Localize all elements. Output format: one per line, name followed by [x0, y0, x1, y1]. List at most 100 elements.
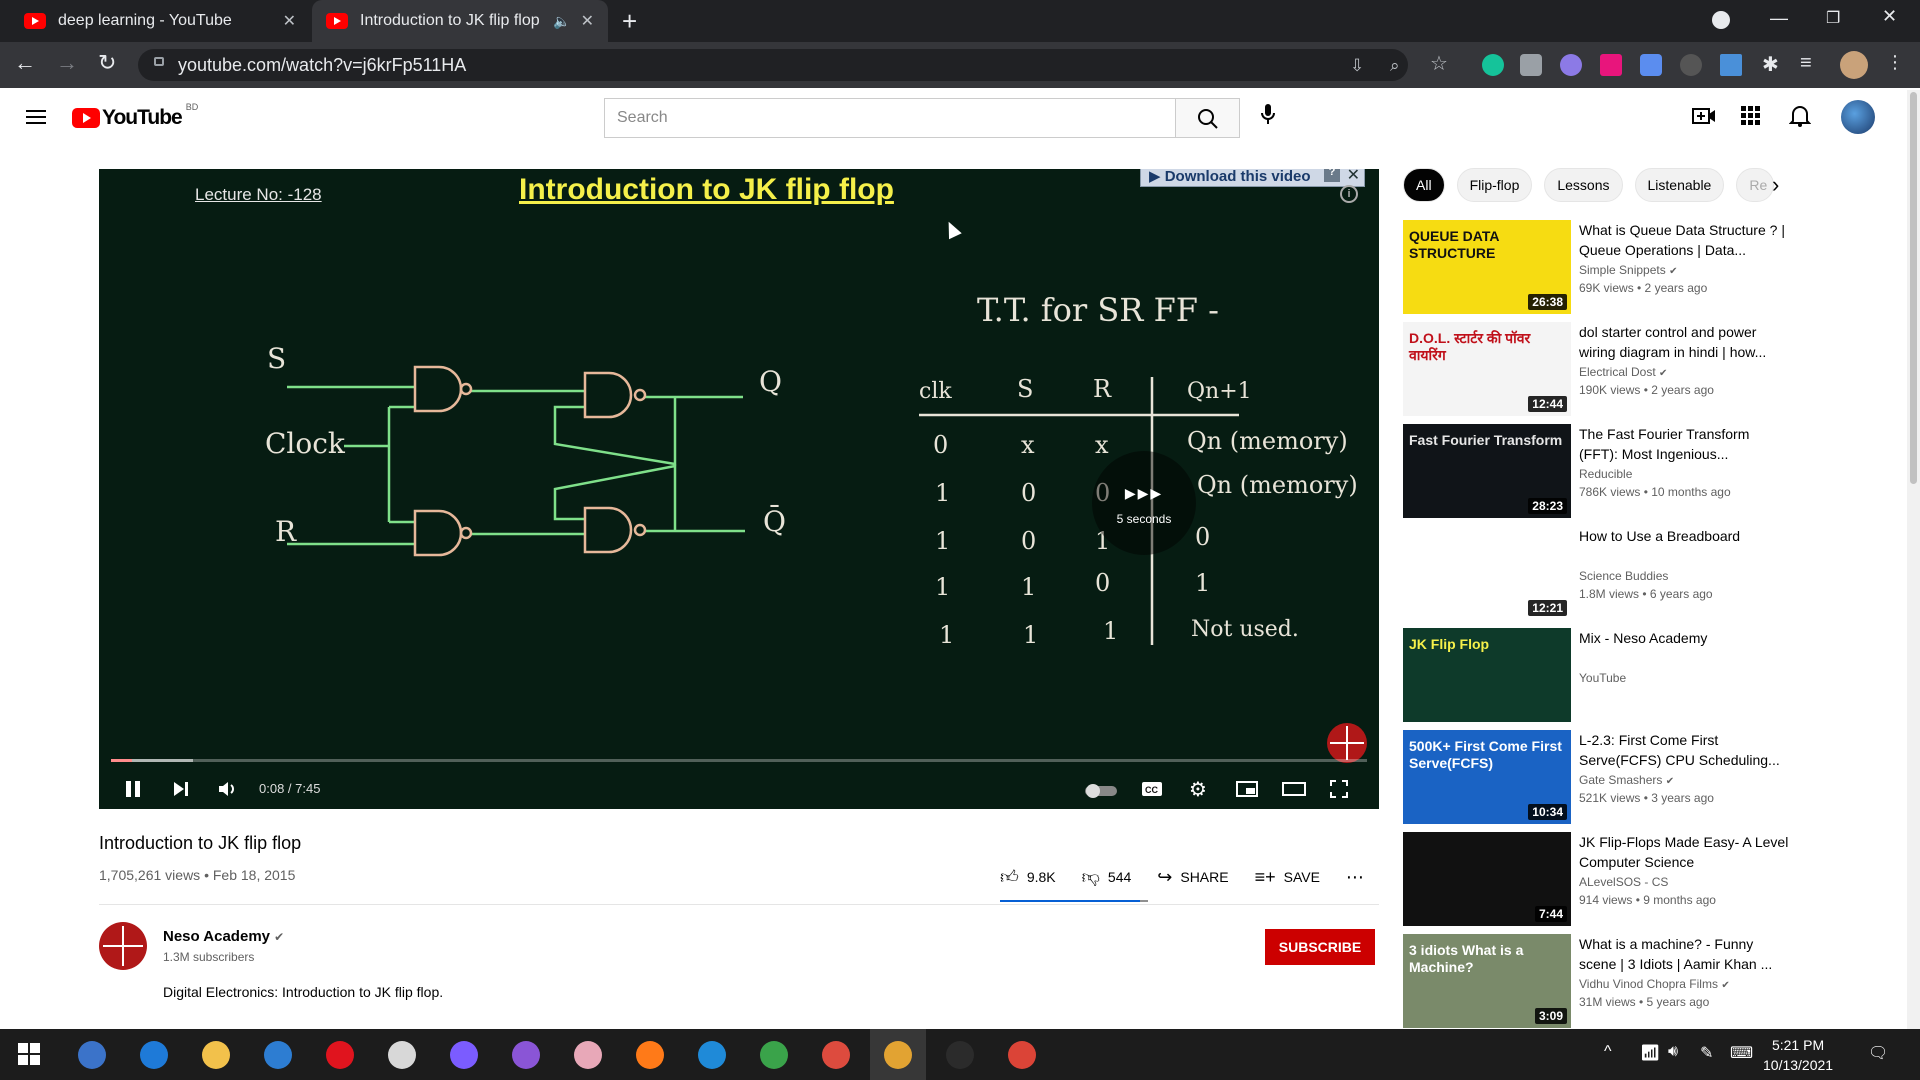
- chip-lessons[interactable]: Lessons: [1544, 168, 1623, 202]
- captions-icon[interactable]: CC: [1141, 779, 1163, 805]
- extension-icon[interactable]: [1680, 54, 1702, 76]
- extension-icon[interactable]: [1560, 54, 1582, 76]
- channel-name[interactable]: Neso Academy ✔: [163, 928, 284, 945]
- fullscreen-icon[interactable]: [1329, 779, 1349, 805]
- microphone-icon[interactable]: [1260, 102, 1276, 132]
- tab-search-icon[interactable]: [1712, 11, 1730, 29]
- system-clock[interactable]: 5:21 PM 10/13/2021: [1763, 1035, 1833, 1075]
- share-button[interactable]: ↪ SHARE: [1157, 867, 1228, 888]
- recommended-channel[interactable]: Electrical Dost ✔: [1579, 365, 1667, 379]
- taskbar-paint-icon[interactable]: [574, 1041, 602, 1069]
- volume-icon[interactable]: [217, 779, 239, 805]
- recommended-video[interactable]: Fast Fourier Transform 28:23 The Fast Fo…: [1403, 424, 1803, 518]
- chip-partial[interactable]: Re: [1736, 168, 1775, 202]
- close-tab-icon[interactable]: ✕: [283, 11, 296, 31]
- tab-deep-learning[interactable]: deep learning - YouTube ✕: [10, 0, 310, 42]
- miniplayer-icon[interactable]: [1235, 779, 1259, 805]
- windows-start-icon[interactable]: [18, 1043, 40, 1070]
- taskbar-edge-legacy-icon[interactable]: [140, 1041, 168, 1069]
- dislike-button[interactable]: 👎︎ 544: [1082, 866, 1132, 888]
- video-thumbnail[interactable]: QUEUE DATA STRUCTURE 26:38: [1403, 220, 1571, 314]
- recommended-video[interactable]: D.O.L. स्टार्टर की पॉवर वायरिंग 12:44 do…: [1403, 322, 1803, 416]
- notification-center-icon[interactable]: 🗨︎: [1868, 1043, 1888, 1063]
- video-thumbnail[interactable]: JK Flip Flop: [1403, 628, 1571, 722]
- recommended-title[interactable]: Mix - Neso Academy: [1579, 628, 1789, 648]
- close-tab-icon[interactable]: ✕: [581, 11, 594, 31]
- video-thumbnail[interactable]: 7:44: [1403, 832, 1571, 926]
- chip-flip-flop[interactable]: Flip-flop: [1456, 168, 1533, 202]
- taskbar-file-explorer-icon[interactable]: [202, 1041, 230, 1069]
- chip-listenable[interactable]: Listenable: [1634, 168, 1725, 202]
- channel-avatar[interactable]: [99, 922, 147, 970]
- keyboard-icon[interactable]: ⌨: [1730, 1043, 1753, 1063]
- minimize-icon[interactable]: —: [1770, 8, 1788, 29]
- play-extension-icon[interactable]: [1600, 54, 1622, 76]
- taskbar-vscode-icon[interactable]: [698, 1041, 726, 1069]
- video-thumbnail[interactable]: 500K+ First Come First Serve(FCFS) 10:34: [1403, 730, 1571, 824]
- speaker-icon[interactable]: 🔈: [553, 13, 570, 30]
- chrome-menu-icon[interactable]: ⋮: [1886, 52, 1904, 73]
- recommended-channel[interactable]: Reducible: [1579, 467, 1632, 481]
- taskbar-app-globe-icon[interactable]: [760, 1041, 788, 1069]
- recommended-title[interactable]: dol starter control and power wiring dia…: [1579, 322, 1789, 362]
- taskbar-opera-icon[interactable]: [326, 1041, 354, 1069]
- video-thumbnail[interactable]: 12:21: [1403, 526, 1571, 620]
- scrollbar-thumb[interactable]: [1910, 92, 1917, 484]
- recommended-channel[interactable]: Simple Snippets ✔: [1579, 263, 1677, 277]
- volume-tray-icon[interactable]: 🔊︎: [1668, 1043, 1678, 1061]
- autoplay-toggle[interactable]: [1083, 781, 1119, 804]
- recommended-video[interactable]: 12:21 How to Use a Breadboard Science Bu…: [1403, 526, 1803, 620]
- youtube-logo[interactable]: YouTube BD: [72, 102, 198, 130]
- recommended-title[interactable]: L-2.3: First Come First Serve(FCFS) CPU …: [1579, 730, 1789, 770]
- recommended-title[interactable]: JK Flip-Flops Made Easy- A Level Compute…: [1579, 832, 1789, 872]
- video-thumbnail[interactable]: Fast Fourier Transform 28:23: [1403, 424, 1571, 518]
- settings-gear-icon[interactable]: ⚙: [1189, 777, 1207, 802]
- wifi-icon[interactable]: 📶︎: [1640, 1043, 1660, 1063]
- taskbar-inkscape-icon[interactable]: [388, 1041, 416, 1069]
- maximize-icon[interactable]: ❐: [1826, 8, 1840, 28]
- taskbar-mail-icon[interactable]: [264, 1041, 292, 1069]
- camera-extension-icon[interactable]: [1520, 54, 1542, 76]
- video-thumbnail[interactable]: 3 idiots What is a Machine? 3:09: [1403, 934, 1571, 1028]
- back-icon[interactable]: ←: [14, 50, 36, 76]
- taskbar-firefox-icon[interactable]: [636, 1041, 664, 1069]
- chevron-right-icon[interactable]: ›: [1772, 172, 1779, 198]
- subscribe-button[interactable]: SUBSCRIBE: [1265, 929, 1375, 965]
- like-button[interactable]: 👍︎ 9.8K: [1000, 866, 1056, 888]
- taskbar-terminal-icon[interactable]: [946, 1041, 974, 1069]
- reading-list-icon[interactable]: ≡: [1800, 52, 1812, 75]
- bookmark-star-icon[interactable]: ☆: [1430, 51, 1448, 76]
- pen-extension-icon[interactable]: [1720, 54, 1742, 76]
- apps-grid-icon[interactable]: [1741, 106, 1761, 132]
- recommended-title[interactable]: What is Queue Data Structure ? | Queue O…: [1579, 220, 1789, 260]
- notifications-bell-icon[interactable]: [1788, 104, 1812, 134]
- recommended-title[interactable]: How to Use a Breadboard: [1579, 526, 1789, 546]
- recommended-video[interactable]: 3 idiots What is a Machine? 3:09 What is…: [1403, 934, 1803, 1028]
- search-input[interactable]: Search: [604, 98, 1176, 138]
- video-player[interactable]: Lecture No: -128 Introduction to JK flip…: [99, 169, 1379, 809]
- taskbar-chrome-dev-icon[interactable]: [1008, 1041, 1036, 1069]
- taskbar-qbittorrent-icon[interactable]: [78, 1041, 106, 1069]
- neso-watermark-logo[interactable]: [1327, 723, 1367, 763]
- video-thumbnail[interactable]: D.O.L. स्टार्टर की पॉवर वायरिंग 12:44: [1403, 322, 1571, 416]
- taskbar-github-desktop-icon[interactable]: [512, 1041, 540, 1069]
- recommended-video[interactable]: 7:44 JK Flip-Flops Made Easy- A Level Co…: [1403, 832, 1803, 926]
- reload-icon[interactable]: ↻: [98, 50, 116, 76]
- recommended-channel[interactable]: YouTube: [1579, 671, 1626, 685]
- pause-icon[interactable]: [123, 779, 143, 805]
- recommended-channel[interactable]: Gate Smashers ✔: [1579, 773, 1674, 787]
- menu-icon[interactable]: [26, 106, 46, 128]
- create-video-icon[interactable]: [1692, 104, 1716, 134]
- taskbar-chrome-icon[interactable]: [822, 1041, 850, 1069]
- address-bar[interactable]: youtube.com/watch?v=j6krFp511HA ⇩ ⌕: [138, 49, 1408, 81]
- url-text[interactable]: youtube.com/watch?v=j6krFp511HA: [178, 55, 466, 76]
- profile-avatar[interactable]: [1840, 51, 1868, 79]
- search-button[interactable]: [1176, 98, 1240, 138]
- recommended-channel[interactable]: Vidhu Vinod Chopra Films ✔: [1579, 977, 1730, 991]
- save-button[interactable]: ≡+ SAVE: [1255, 867, 1320, 888]
- forward-icon[interactable]: →: [56, 50, 78, 76]
- next-icon[interactable]: [171, 779, 191, 805]
- account-avatar[interactable]: [1841, 100, 1875, 134]
- recommended-channel[interactable]: Science Buddies: [1579, 569, 1668, 583]
- chip-all[interactable]: All: [1403, 168, 1445, 202]
